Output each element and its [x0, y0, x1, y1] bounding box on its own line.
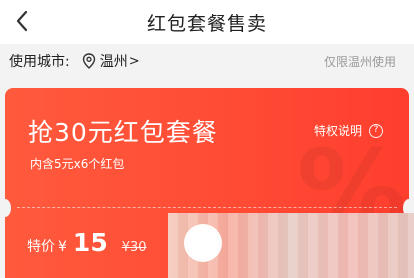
price-label: 特价	[27, 239, 55, 255]
page: 红包套餐售卖 使用城市: 温州 > 仅限温州使用 % 抢30元红包套餐 内含5元…	[0, 0, 414, 278]
city-restriction-note: 仅限温州使用	[323, 54, 396, 69]
city-bar: 使用城市: 温州 > 仅限温州使用	[0, 44, 414, 78]
package-title: 抢30元红包套餐	[28, 118, 218, 147]
ticket-divider	[17, 207, 397, 208]
price-currency: ¥	[58, 239, 67, 255]
original-price: ¥30	[121, 240, 147, 255]
top-header: 红包套餐售卖	[0, 0, 414, 44]
question-circle-icon: ?	[369, 123, 383, 138]
location-pin-icon	[82, 53, 96, 69]
buy-button-icon	[184, 224, 222, 262]
price-value: 15	[72, 228, 108, 257]
city-selector[interactable]: 温州	[100, 51, 128, 71]
price-row: 特价 ¥ 15 ¥30	[27, 228, 147, 257]
buy-button[interactable]	[168, 213, 414, 278]
page-title: 红包套餐售卖	[146, 13, 267, 35]
city-label: 使用城市:	[9, 54, 70, 70]
rights-label: 特权说明	[313, 124, 362, 138]
rights-link[interactable]: 特权说明 ?	[314, 122, 383, 139]
chevron-right-icon[interactable]: >	[129, 54, 140, 69]
package-subtitle: 内含5元x6个红包	[30, 157, 125, 171]
ticket-notch-left	[5, 199, 11, 217]
